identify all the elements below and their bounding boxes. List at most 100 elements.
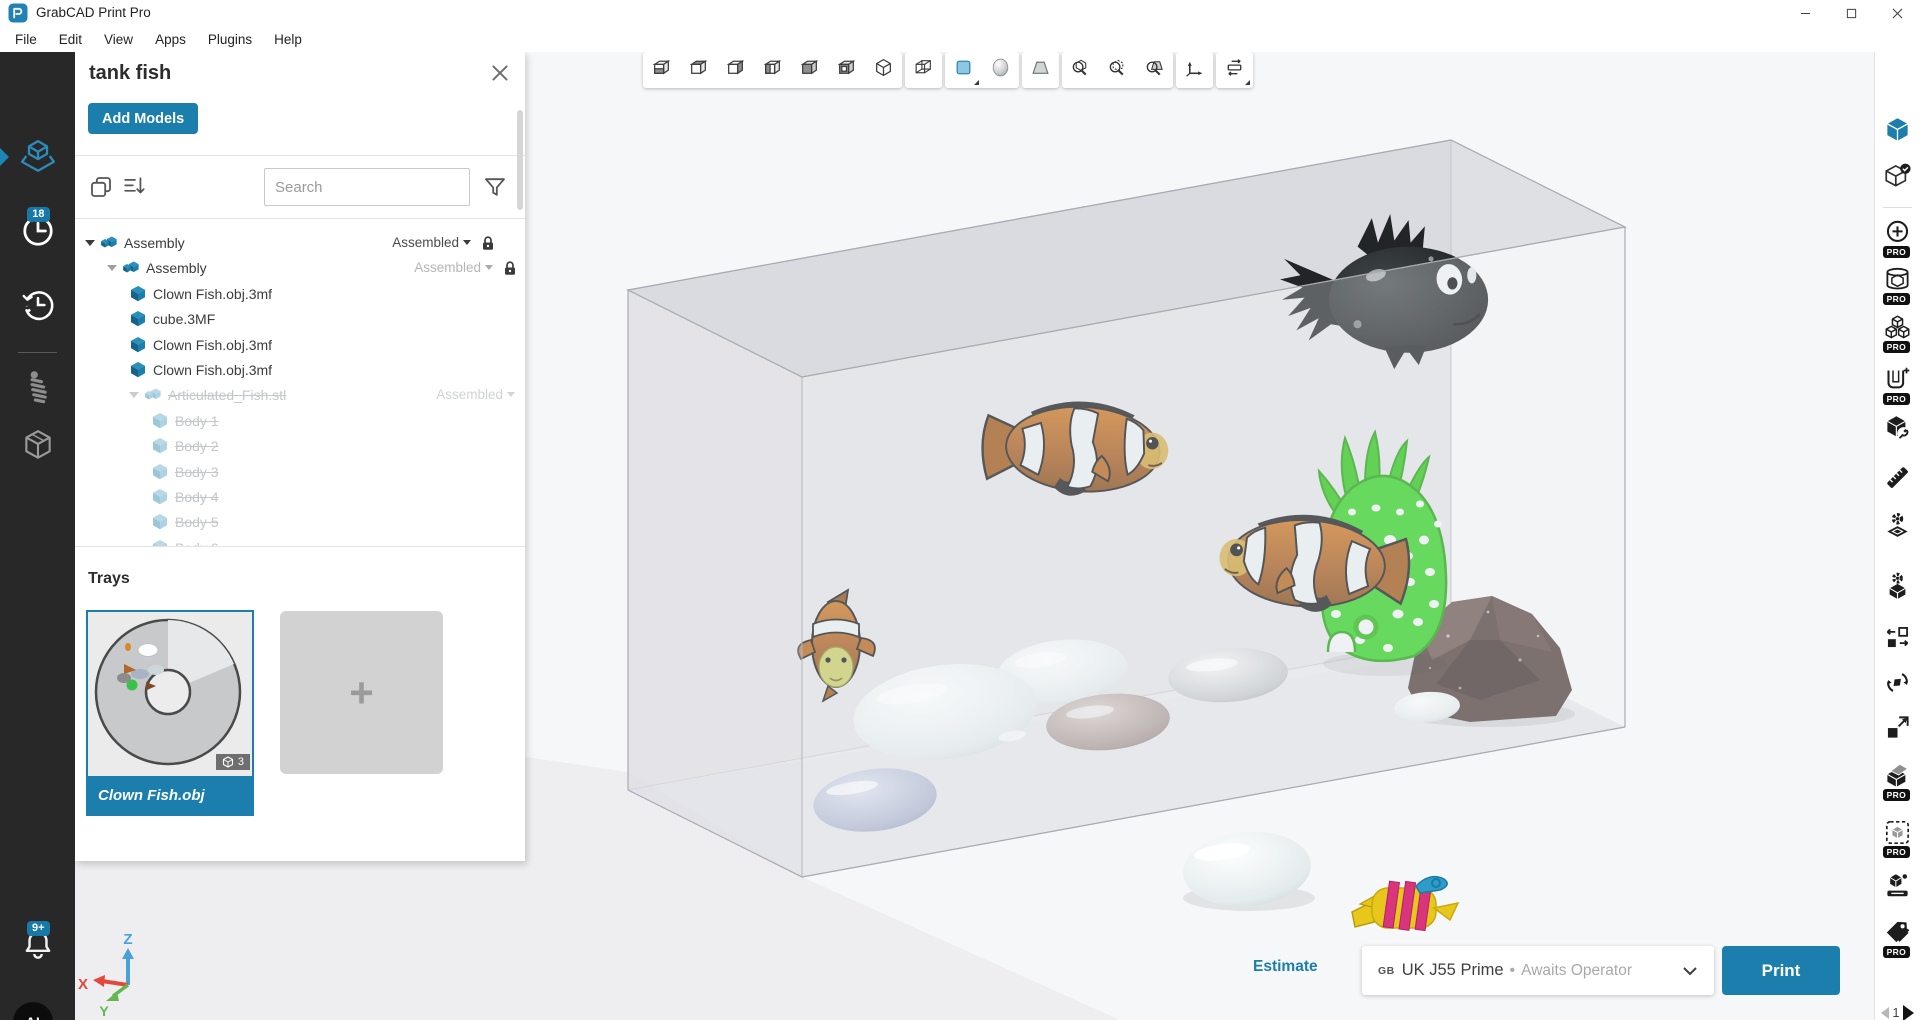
rail-notifications[interactable]: 9+: [0, 924, 75, 970]
minimize-button[interactable]: [1782, 0, 1828, 26]
tank-model[interactable]: [628, 140, 1625, 877]
assembly-status[interactable]: Assembled: [436, 387, 503, 402]
search-input[interactable]: [264, 168, 470, 206]
tree-item-label: Clown Fish.obj.3mf: [153, 362, 272, 378]
view-box-back-button[interactable]: [680, 52, 717, 88]
view-box-bottom-button[interactable]: [828, 52, 865, 88]
tree-row[interactable]: Clown Fish.obj.3mf20: [75, 281, 525, 306]
view-box-left-button[interactable]: [717, 52, 754, 88]
tool-rotate-model[interactable]: [1875, 667, 1920, 703]
model-pebble-outside[interactable]: [1180, 827, 1315, 912]
zoom-fit-tray-button[interactable]: [1136, 52, 1173, 88]
model-clown-fish-upper[interactable]: [980, 396, 1171, 500]
tree-row[interactable]: Clown Fish.obj.3mf17: [75, 332, 525, 357]
pro-badge: PRO: [1883, 293, 1910, 306]
orientation-axes-button[interactable]: [1176, 52, 1213, 88]
tool-hollow-model[interactable]: PRO: [1875, 264, 1920, 300]
view-isometric-button[interactable]: [865, 52, 902, 88]
menu-edit[interactable]: Edit: [48, 26, 93, 52]
maximize-button[interactable]: [1828, 0, 1874, 26]
menu-apps[interactable]: Apps: [144, 26, 197, 52]
tree-row[interactable]: cube.3MF45: [75, 306, 525, 331]
model-pebbles[interactable]: [810, 633, 1461, 838]
model-voronoi-coral[interactable]: [1319, 432, 1447, 676]
tool-add-feature[interactable]: PRO: [1875, 217, 1920, 253]
add-tray-button[interactable]: +: [280, 611, 443, 774]
tool-place-on-tray[interactable]: [1875, 870, 1920, 906]
view-box-top-button[interactable]: [791, 52, 828, 88]
tree-row[interactable]: Body 66: [75, 535, 525, 546]
rail-history-view[interactable]: [0, 284, 75, 330]
assembly-status[interactable]: Assembled: [414, 260, 481, 275]
rail-project-view[interactable]: [0, 136, 75, 182]
panel-close-button[interactable]: [489, 62, 511, 84]
tool-scale-model[interactable]: [1875, 712, 1920, 748]
tree-row[interactable]: Body 19: [75, 408, 525, 433]
display-flat-shaded-button[interactable]: [945, 52, 982, 88]
filter-icon[interactable]: [483, 175, 507, 199]
assembly-status[interactable]: Assembled: [392, 235, 459, 250]
view-perspective-button[interactable]: [905, 52, 942, 88]
tree-row[interactable]: Body 58: [75, 509, 525, 534]
tree-row[interactable]: Body 21: [75, 433, 525, 458]
lock-icon[interactable]: [503, 260, 517, 276]
zoom-fit-model-button[interactable]: [1062, 52, 1099, 88]
view-box-front-button[interactable]: [643, 52, 680, 88]
tray-transfer-button[interactable]: [1216, 52, 1253, 88]
tool-measure-tool[interactable]: [1875, 462, 1920, 498]
rail-schedule-view[interactable]: 18: [0, 210, 75, 256]
tree-scrollbar[interactable]: [517, 110, 523, 210]
display-tray-button[interactable]: [1022, 52, 1059, 88]
pager-next-icon[interactable]: [1903, 1005, 1914, 1020]
tool-model-settings[interactable]: [1875, 412, 1920, 448]
model-clown-fish-small[interactable]: [798, 590, 875, 701]
menu-help[interactable]: Help: [263, 26, 313, 52]
rail-slicer-view[interactable]: [0, 366, 75, 412]
tree-row[interactable]: Articulated_Fish.stlAssembled: [75, 382, 525, 407]
caret-down-icon[interactable]: [107, 265, 117, 271]
tool-arrange-models[interactable]: [1875, 622, 1920, 658]
view-box-right-button[interactable]: [754, 52, 791, 88]
tree-row[interactable]: AssemblyAssembled: [75, 230, 525, 255]
caret-down-icon[interactable]: [129, 392, 139, 398]
tree-row[interactable]: Clown Fish.obj.3mf21: [75, 357, 525, 382]
tool-tray-settings[interactable]: [1875, 570, 1920, 606]
lock-icon[interactable]: [481, 235, 495, 251]
display-smooth-shaded-button[interactable]: [982, 52, 1019, 88]
pager-previous-icon[interactable]: [1881, 1007, 1889, 1019]
caret-down-icon[interactable]: [507, 392, 515, 397]
tree-row[interactable]: Body 35: [75, 459, 525, 484]
menu-view[interactable]: View: [93, 26, 144, 52]
close-button[interactable]: [1874, 0, 1920, 26]
menu-file[interactable]: File: [4, 26, 48, 52]
tool-new-tray[interactable]: PRO: [1875, 364, 1920, 400]
model-rock[interactable]: [1405, 596, 1575, 727]
tree-row[interactable]: AssemblyAssembled: [75, 255, 525, 280]
part-cube-icon: [151, 412, 169, 429]
tool-cut-model[interactable]: PRO: [1875, 760, 1920, 796]
duplicate-icon[interactable]: [89, 175, 113, 199]
caret-down-icon[interactable]: [85, 240, 95, 246]
printer-select[interactable]: GB UK J55 Prime • Awaits Operator: [1362, 946, 1714, 995]
caret-down-icon[interactable]: [463, 240, 471, 245]
tree-row[interactable]: Body 43: [75, 484, 525, 509]
tray-card-selected[interactable]: 3 Clown Fish.obj: [86, 610, 254, 816]
zoom-selection-button[interactable]: [1099, 52, 1136, 88]
sort-icon[interactable]: [123, 175, 147, 199]
model-toy-fish[interactable]: [1352, 877, 1458, 933]
estimate-link[interactable]: Estimate: [1253, 958, 1318, 976]
model-clown-fish-lower[interactable]: [1217, 510, 1411, 616]
caret-down-icon[interactable]: [485, 265, 493, 270]
tool-support-settings[interactable]: [1875, 510, 1920, 546]
tool-label-model[interactable]: PRO: [1875, 917, 1920, 953]
model-black-fish[interactable]: [1280, 214, 1488, 369]
tool-pack-models[interactable]: PRO: [1875, 817, 1920, 853]
add-models-button[interactable]: Add Models: [88, 103, 198, 134]
print-button[interactable]: Print: [1722, 946, 1840, 995]
menu-plugins[interactable]: Plugins: [197, 26, 263, 52]
tool-duplicate-models[interactable]: PRO: [1875, 312, 1920, 348]
rail-package-view[interactable]: [0, 424, 75, 470]
tool-analysis-mode[interactable]: [1875, 160, 1920, 196]
tool-models-view[interactable]: [1875, 114, 1920, 150]
rail-ai-assistant[interactable]: AI: [13, 1002, 53, 1020]
